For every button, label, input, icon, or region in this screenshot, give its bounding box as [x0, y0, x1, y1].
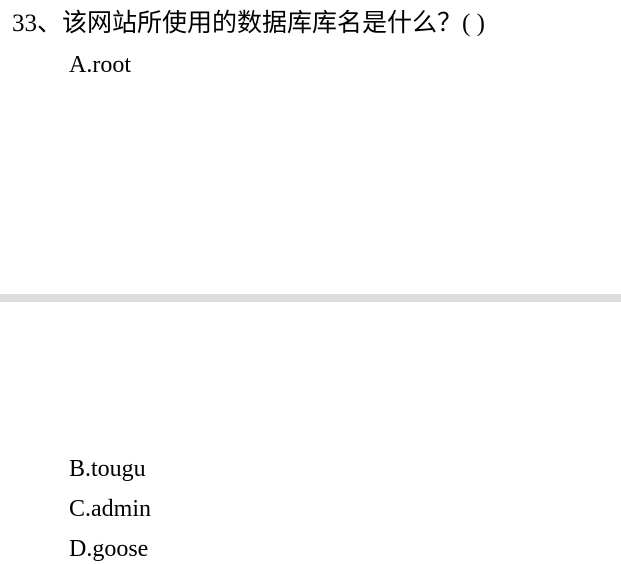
- page-divider: [0, 294, 621, 302]
- option-c[interactable]: C.admin: [69, 494, 151, 524]
- option-b[interactable]: B.tougu: [69, 454, 146, 484]
- question-text: 33、该网站所使用的数据库库名是什么？( ): [12, 10, 485, 37]
- option-d[interactable]: D.goose: [69, 534, 148, 564]
- option-a[interactable]: A.root: [69, 50, 131, 80]
